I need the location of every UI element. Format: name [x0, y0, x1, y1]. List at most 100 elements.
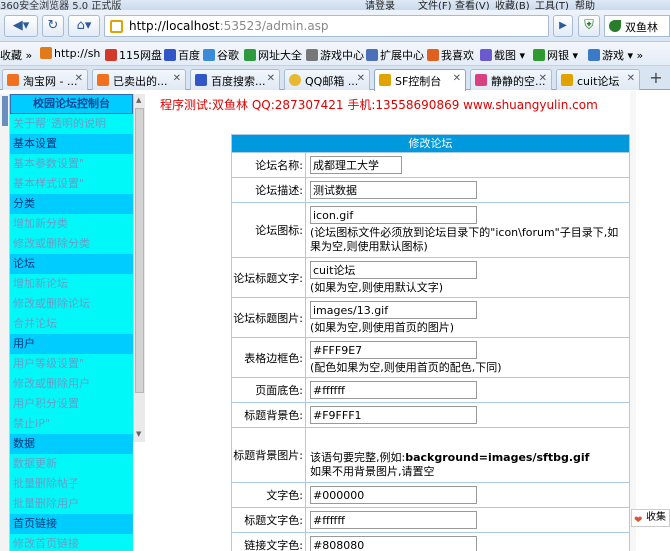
sidebar-link[interactable]: 增加新论坛	[10, 274, 133, 294]
new-tab-button[interactable]: +	[645, 70, 667, 88]
title-bg-label: 标题背景色:	[232, 403, 306, 427]
bookmark-item[interactable]: http://sh	[40, 47, 100, 60]
address-bar[interactable]: http://localhost:53523/admin.asp	[104, 15, 549, 37]
title-text-color-label: 标题文字色:	[232, 508, 306, 532]
sidebar-link[interactable]: 增加新分类	[10, 214, 133, 234]
menu-help[interactable]: 帮助	[575, 0, 595, 10]
title-bg-image-note: 该语句要完整,例如:background=images/sftbg.gif	[310, 451, 590, 464]
tab-qqmail[interactable]: QQ邮箱 ... ✕	[284, 69, 370, 90]
browser-title-bar: 360安全浏览器 5.0 正式版 请登录 文件(F) 查看(V) 收藏(B) 工…	[0, 0, 670, 10]
close-icon[interactable]: ✕	[453, 73, 461, 84]
sidebar-group-header: 数据	[10, 434, 133, 454]
close-icon[interactable]: ✕	[267, 73, 275, 84]
go-icon: ▶	[559, 20, 567, 31]
title-image-input[interactable]	[310, 301, 477, 319]
sidebar-group-header: 分类	[10, 194, 133, 214]
border-color-input[interactable]	[310, 341, 477, 359]
scrollbar-thumb[interactable]	[135, 108, 144, 393]
sidebar-link[interactable]: 批量删除帖子	[10, 474, 133, 494]
title-text-input[interactable]	[310, 261, 477, 279]
search-box[interactable]: 双鱼林	[604, 15, 670, 37]
security-button[interactable]: ⛨	[578, 15, 600, 37]
sidebar-link[interactable]: 用户等级设置"	[10, 354, 133, 374]
page-scrollbar[interactable]	[630, 91, 636, 551]
back-button[interactable]: ◀▾	[4, 15, 38, 37]
home-icon: ⌂▾	[76, 18, 92, 33]
row-title-bg: 标题背景色:	[232, 402, 629, 427]
frame-handle[interactable]	[2, 96, 8, 126]
favorite-button[interactable]: ❤ 收集	[631, 509, 670, 527]
bookmark-item[interactable]: 网银 ▾	[533, 47, 578, 63]
menu-tools[interactable]: 工具(T)	[535, 0, 569, 10]
forum-desc-input[interactable]	[310, 181, 477, 199]
menu-view[interactable]: 查看(V)	[455, 0, 490, 10]
title-text-color-input[interactable]	[310, 511, 477, 529]
search-engine-icon	[609, 20, 621, 32]
sidebar-link[interactable]: 修改或删除分类	[10, 234, 133, 254]
bookmark-item[interactable]: 截图 ▾	[480, 47, 525, 63]
close-icon[interactable]: ✕	[539, 73, 547, 84]
forum-icon-input[interactable]	[310, 206, 477, 224]
sidebar-title: 校园论坛控制台	[10, 94, 133, 114]
browser-title: 360安全浏览器 5.0 正式版	[0, 1, 122, 10]
scroll-down-icon[interactable]: ▼	[136, 430, 141, 438]
title-bg-input[interactable]	[310, 406, 477, 424]
home-button[interactable]: ⌂▾	[68, 15, 100, 37]
tab-taobao[interactable]: 淘宝网 - ... ✕	[2, 69, 88, 90]
bookmark-item[interactable]: 115网盘	[105, 47, 162, 63]
refresh-button[interactable]: ↻	[42, 15, 64, 37]
sidebar-link[interactable]: 修改首页链接	[10, 534, 133, 551]
sidebar-link[interactable]: 关于帮"透明的说明	[10, 114, 133, 134]
baidu-icon	[164, 49, 176, 61]
text-color-input[interactable]	[310, 486, 477, 504]
bookmarks-menu[interactable]: 收藏 »	[0, 47, 32, 63]
close-icon[interactable]: ✕	[173, 73, 181, 84]
sidebar-link[interactable]: 用户积分设置	[10, 394, 133, 414]
sidebar-link[interactable]: 合并论坛	[10, 314, 133, 334]
border-color-label: 表格边框色:	[232, 338, 306, 377]
go-button[interactable]: ▶	[553, 15, 573, 37]
tab-icon	[475, 74, 487, 86]
sidebar-link[interactable]: 禁止IP"	[10, 414, 133, 434]
sidebar-scrollbar[interactable]: ▲ ▼	[133, 94, 145, 442]
title-bg-image-note2: 如果不用背景图片,请置空	[310, 465, 435, 478]
sidebar-link[interactable]: 批量删除用户	[10, 494, 133, 514]
scroll-up-icon[interactable]: ▲	[136, 96, 141, 104]
menu-file[interactable]: 文件(F)	[418, 0, 452, 10]
close-icon[interactable]: ✕	[75, 73, 83, 84]
bookmark-item[interactable]: 扩展中心	[366, 47, 424, 63]
sidebar-link[interactable]: 修改或删除用户	[10, 374, 133, 394]
tab-baidu[interactable]: 百度搜索... ✕	[190, 69, 280, 90]
tab-sf-console[interactable]: SF控制台 ✕	[374, 69, 466, 91]
login-link[interactable]: 请登录	[365, 0, 395, 10]
tab-sold[interactable]: 已卖出的... ✕	[92, 69, 186, 90]
refresh-icon: ↻	[47, 18, 59, 33]
forum-name-input[interactable]	[310, 156, 402, 174]
sidebar-link[interactable]: 修改或删除论坛	[10, 294, 133, 314]
bookmarks-bar: 收藏 » http://sh 115网盘 百度 谷歌 网址大全 游戏中心 扩展中…	[0, 42, 670, 66]
page-bg-input[interactable]	[310, 381, 477, 399]
sidebar-link[interactable]: 基本参数设置"	[10, 154, 133, 174]
tab-quiet[interactable]: 静静的空... ✕	[470, 69, 552, 90]
link-color-input[interactable]	[310, 536, 477, 551]
row-border-color: 表格边框色: (配色如果为空,则使用首页的配色,下同)	[232, 337, 629, 377]
sidebar-link[interactable]: 数据更新	[10, 454, 133, 474]
shield-icon: ⛨	[584, 18, 594, 33]
bookmark-item[interactable]: 谷歌	[203, 47, 239, 63]
bookmark-item[interactable]: 游戏 ▾ »	[588, 47, 643, 63]
close-icon[interactable]: ✕	[627, 73, 635, 84]
bookmark-item[interactable]: 网址大全	[244, 47, 302, 63]
bookmark-item[interactable]: 百度	[164, 47, 200, 63]
title-text-note: (如果为空,则使用默认文字)	[310, 281, 444, 294]
row-title-bg-image: 标题背景图片: 该语句要完整,例如:background=images/sftb…	[232, 427, 629, 482]
sidebar-group-header: 论坛	[10, 254, 133, 274]
sidebar-link[interactable]: 基本样式设置"	[10, 174, 133, 194]
row-text-color: 文字色:	[232, 482, 629, 507]
close-icon[interactable]: ✕	[357, 73, 365, 84]
bookmark-item[interactable]: 我喜欢	[427, 47, 474, 63]
tab-cuit[interactable]: cuit论坛 ✕	[556, 69, 640, 90]
menu-favorites[interactable]: 收藏(B)	[495, 0, 530, 10]
tab-strip: 淘宝网 - ... ✕ 已卖出的... ✕ 百度搜索... ✕ QQ邮箱 ... ✕ S…	[0, 66, 670, 91]
bookmark-item[interactable]: 游戏中心	[306, 47, 364, 63]
title-image-label: 论坛标题图片:	[232, 298, 306, 337]
